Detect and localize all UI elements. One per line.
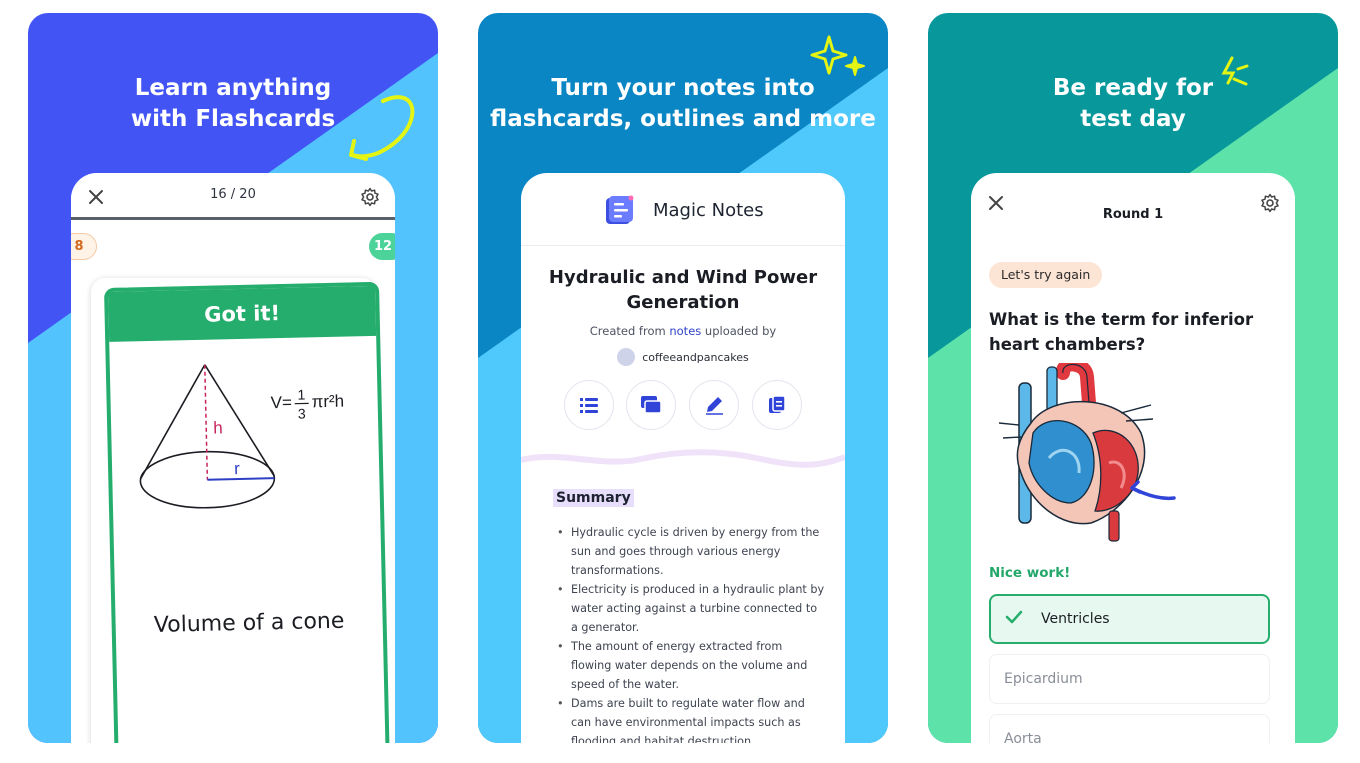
flashcard-top-bar: 16 / 20 [71, 173, 395, 220]
promo-panel-flashcards: Learn anything with Flashcards 16 / 20 8… [28, 13, 438, 743]
answer-option[interactable]: Epicardium [989, 654, 1270, 704]
gear-icon[interactable] [1259, 192, 1281, 214]
note-title: Hydraulic and Wind Power Generation [541, 265, 825, 315]
document-icon [769, 395, 786, 413]
headline-line-2: with Flashcards [130, 106, 336, 132]
list-item: The amount of energy extracted from flow… [555, 637, 825, 694]
outline-button[interactable] [564, 380, 614, 430]
phone-screen: 16 / 20 8 12 Got it! h r V= 1 3 πr²h Vol… [71, 173, 395, 743]
practice-button[interactable] [689, 380, 739, 430]
avatar [617, 348, 636, 366]
radius-label: r [234, 459, 240, 478]
headline-line-1: Be ready for [1052, 75, 1214, 101]
height-label: h [213, 418, 223, 437]
answer-label: Aorta [1004, 731, 1042, 743]
list-item: Electricity is produced in a hydraulic p… [555, 580, 825, 637]
divider [521, 245, 845, 246]
sparkle-icon [810, 35, 848, 75]
phone-screen: Magic Notes Hydraulic and Wind Power Gen… [521, 173, 845, 743]
formula-prefix: V= [270, 393, 292, 412]
answer-label: Ventricles [1041, 611, 1110, 627]
created-prefix: Created from [589, 324, 670, 338]
arrow-icon [1130, 480, 1176, 501]
question-text: What is the term for inferior heart cham… [989, 310, 1254, 354]
username: coffeeandpancakes [642, 350, 749, 364]
headline: Be ready for test day [928, 73, 1338, 135]
feedback-text: Nice work! [989, 565, 1071, 581]
headline: Learn anything with Flashcards [28, 73, 438, 135]
note-title-line-2: Generation [626, 292, 740, 313]
progress-counter: 16 / 20 [210, 187, 256, 202]
phone-screen: Round 1 Let's try again What is the term… [971, 173, 1295, 743]
flashcard[interactable]: Got it! h r V= 1 3 πr²h Volume of a cone [104, 281, 391, 743]
card-status-header: Got it! [108, 285, 377, 342]
cone-diagram: h r V= 1 3 πr²h [139, 364, 344, 509]
gear-icon[interactable] [359, 186, 381, 208]
know-count: 12 [369, 233, 395, 260]
pencil-icon [706, 397, 723, 415]
summary-heading: Summary [553, 489, 634, 507]
answer-label: Epicardium [1004, 671, 1083, 687]
list-icon [580, 398, 598, 413]
headline: Turn your notes into flashcards, outline… [478, 73, 888, 135]
magic-notes-logo-icon [603, 194, 635, 226]
promo-panel-magic-notes: Turn your notes into flashcards, outline… [478, 13, 888, 743]
notes-link[interactable]: notes [669, 324, 701, 338]
flashcards-icon [641, 396, 662, 414]
card-term: Volume of a cone [153, 608, 345, 638]
notes-button[interactable] [752, 380, 802, 430]
headline-line-1: Learn anything [134, 75, 332, 101]
headline-line-1: Turn your notes into [551, 75, 815, 101]
list-item: Hydraulic cycle is driven by energy from… [555, 523, 825, 580]
created-from-text: Created from notes uploaded by [521, 324, 845, 338]
retry-badge: Let's try again [989, 262, 1103, 288]
round-title: Round 1 [1102, 207, 1164, 222]
promo-panel-test-day: Be ready for test day Round 1 Let's try … [928, 13, 1338, 743]
list-item: Dams are built to regulate water flow an… [555, 694, 825, 743]
formula-suffix: πr²h [311, 392, 344, 412]
answer-option-correct[interactable]: Ventricles [989, 594, 1270, 644]
heart-illustration [998, 363, 1154, 542]
headline-line-2: flashcards, outlines and more [490, 106, 876, 132]
app-title: Magic Notes [653, 200, 764, 221]
flashcards-button[interactable] [626, 380, 676, 430]
answer-option[interactable]: Aorta [989, 714, 1270, 743]
note-title-line-1: Hydraulic and Wind Power [548, 267, 818, 288]
headline-line-2: test day [1080, 106, 1186, 132]
check-icon [1005, 610, 1041, 628]
formula-numerator: 1 [297, 386, 305, 402]
created-suffix: uploaded by [701, 324, 777, 338]
wavy-divider [521, 449, 845, 468]
uploader[interactable]: coffeeandpancakes [521, 348, 845, 366]
formula-denominator: 3 [298, 405, 306, 421]
still-learning-count: 8 [71, 233, 97, 260]
summary-list: Hydraulic cycle is driven by energy from… [555, 523, 825, 743]
